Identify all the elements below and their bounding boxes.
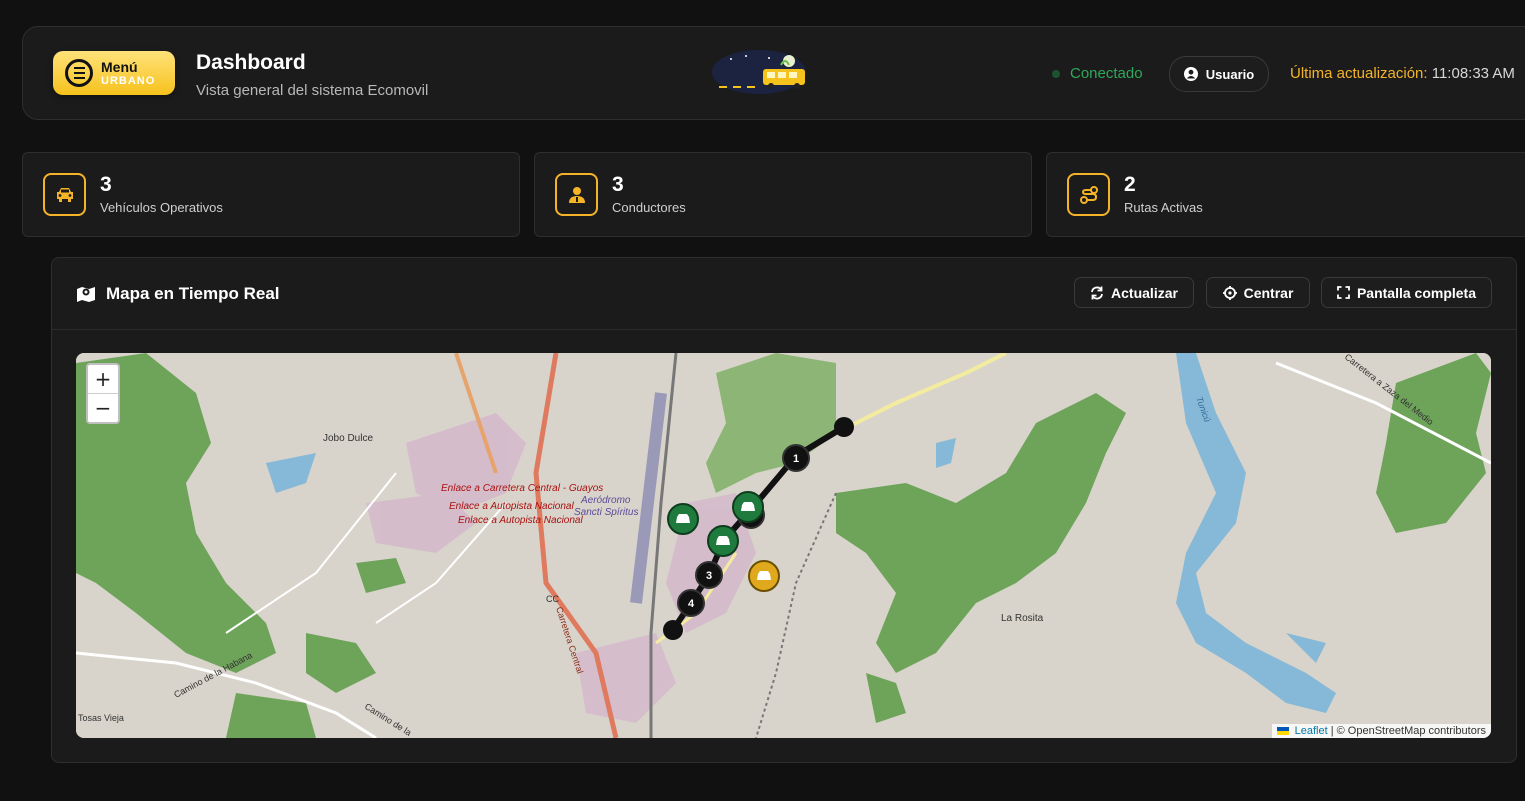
center-label: Centrar (1243, 284, 1294, 301)
zoom-out-button[interactable]: − (88, 394, 118, 422)
refresh-icon (1091, 286, 1103, 299)
stat-card-vehicles: 3 Vehículos Operativos (22, 152, 520, 237)
center-button[interactable]: Centrar (1206, 277, 1310, 308)
place-label: Aeródromo (580, 495, 631, 506)
bus-logo-icon (712, 50, 806, 94)
stat-value: 3 (612, 173, 624, 196)
top-header: Menú URBANO Dashboard Vista general del … (22, 26, 1525, 120)
place-label: Enlace a Carretera Central - Guayos (441, 483, 603, 494)
leaflet-link[interactable]: Leaflet (1295, 725, 1328, 737)
stop-label: 1 (793, 453, 799, 465)
stop-label: 4 (688, 598, 695, 610)
stat-label: Conductores (612, 200, 686, 215)
car-icon (43, 173, 86, 216)
last-update: Última actualización: 11:08:33 AM (1290, 65, 1515, 82)
route-icon (1067, 173, 1110, 216)
map-panel-title: Mapa en Tiempo Real (76, 284, 280, 304)
place-label: Jobo Dulce (323, 433, 373, 444)
last-update-time: 11:08:33 AM (1431, 65, 1515, 82)
map-view[interactable]: 1 2 3 4 Jobo Dulce (76, 353, 1491, 738)
refresh-button[interactable]: Actualizar (1074, 277, 1194, 308)
route-start-marker[interactable] (663, 620, 683, 640)
driver-icon (555, 173, 598, 216)
stat-value: 3 (100, 173, 112, 196)
menu-label: Menú (101, 58, 138, 75)
attribution-text: | © OpenStreetMap contributors (1330, 725, 1486, 737)
stat-card-routes: 2 Rutas Activas (1046, 152, 1525, 237)
zoom-in-button[interactable]: + (88, 365, 118, 394)
user-button[interactable]: Usuario (1169, 56, 1269, 92)
page-subtitle: Vista general del sistema Ecomovil (196, 82, 429, 99)
ukraine-flag-icon (1276, 727, 1289, 736)
menu-icon (65, 59, 93, 87)
menu-button[interactable]: Menú URBANO (53, 51, 175, 95)
fullscreen-label: Pantalla completa (1356, 284, 1477, 301)
place-label: Enlace a Autopista Nacional (449, 501, 574, 512)
fullscreen-button[interactable]: Pantalla completa (1321, 277, 1492, 308)
expand-icon (1337, 286, 1350, 299)
route-end-marker[interactable] (834, 417, 854, 437)
status-dot-icon (1052, 69, 1060, 78)
map-panel: Mapa en Tiempo Real Actualizar Centrar P… (51, 257, 1517, 763)
place-label: CC (546, 594, 559, 604)
user-label: Usuario (1205, 66, 1255, 82)
page-title: Dashboard (196, 51, 306, 74)
vehicle-marker-green-3[interactable] (707, 525, 739, 557)
last-update-label: Última actualización: (1290, 65, 1428, 82)
place-label: La Rosita (1001, 613, 1044, 624)
menu-sublabel: URBANO (101, 74, 156, 87)
map-title-text: Mapa en Tiempo Real (106, 284, 280, 303)
map-attribution: Leaflet | © OpenStreetMap contributors (1271, 724, 1491, 738)
map-panel-header: Mapa en Tiempo Real Actualizar Centrar P… (52, 258, 1516, 330)
place-label: Enlace a Autopista Nacional (458, 515, 583, 526)
place-label: Tosas Vieja (78, 713, 124, 723)
connection-status: Conectado (1052, 65, 1143, 82)
map-icon (77, 287, 95, 302)
stat-label: Vehículos Operativos (100, 200, 223, 215)
place-label: Sancti Spíritus (574, 507, 638, 518)
zoom-control: + − (86, 363, 120, 424)
vehicle-marker-yellow[interactable] (748, 560, 780, 592)
status-text: Conectado (1070, 65, 1143, 82)
stat-value: 2 (1124, 173, 1136, 196)
stat-card-drivers: 3 Conductores (534, 152, 1032, 237)
refresh-label: Actualizar (1111, 284, 1178, 301)
vehicle-marker-green-1[interactable] (667, 503, 699, 535)
user-icon (1183, 67, 1198, 81)
crosshair-icon (1222, 285, 1237, 300)
stop-label: 3 (706, 570, 712, 582)
stat-label: Rutas Activas (1124, 200, 1203, 215)
vehicle-marker-green-2[interactable] (732, 491, 764, 523)
